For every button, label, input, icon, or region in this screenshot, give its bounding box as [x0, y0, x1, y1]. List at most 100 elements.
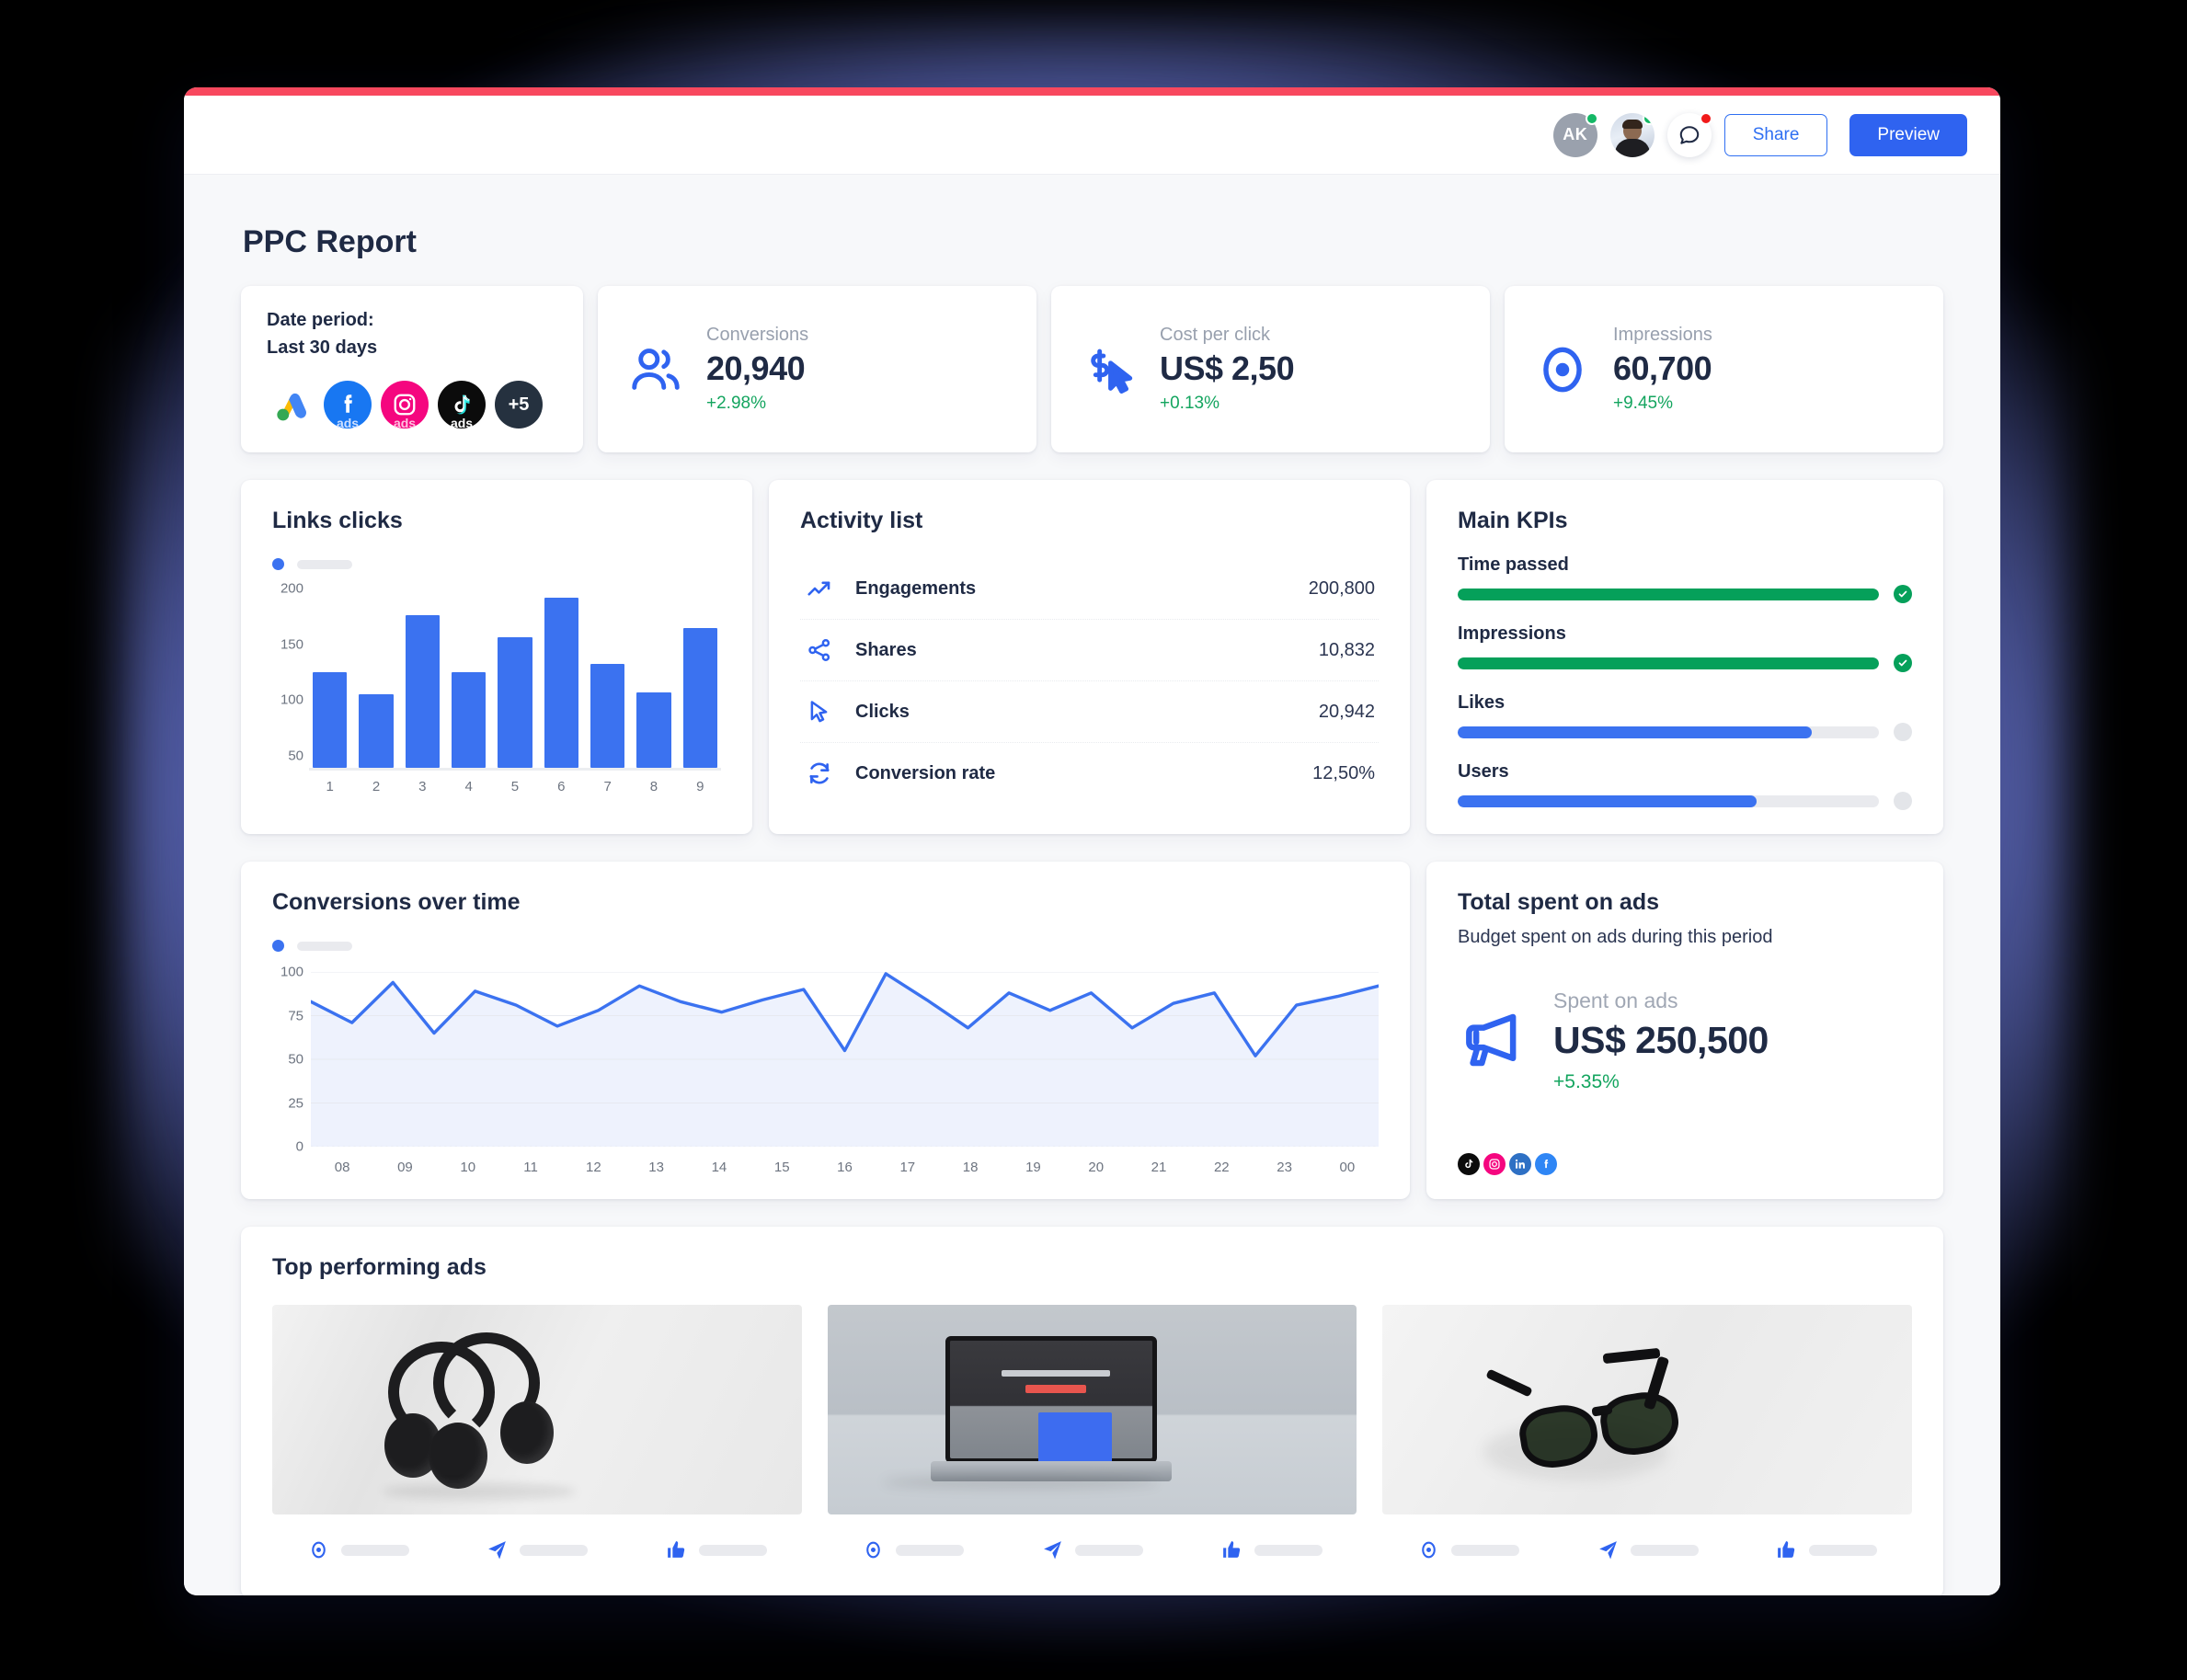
kpi-label: Conversions	[706, 325, 808, 346]
list-item[interactable]: Clicks 20,942	[800, 681, 1379, 743]
share-button[interactable]: Share	[1724, 114, 1828, 156]
screenshot-stage: AK Share Preview PPC Report	[0, 0, 2187, 1680]
links-clicks-card: Links clicks 50100150200 123456789	[241, 480, 752, 834]
chat-button[interactable]	[1667, 113, 1712, 157]
total-spent-card: Total spent on ads Budget spent on ads d…	[1426, 862, 1943, 1199]
ad-stat-views[interactable]	[272, 1538, 444, 1561]
instagram-icon[interactable]	[1483, 1153, 1506, 1175]
ad-stat-likes[interactable]	[630, 1538, 802, 1561]
avatar-body	[1615, 139, 1650, 157]
cost-per-click-icon	[1079, 339, 1139, 400]
conversions-row: Conversions over time 0255075100 0809101…	[241, 862, 1943, 1199]
line-chart: 0255075100	[272, 972, 1379, 1147]
ad-stat-placeholder	[1451, 1545, 1519, 1556]
list-item[interactable]: Conversion rate 12,50%	[800, 743, 1379, 804]
avatar-user-photo[interactable]	[1610, 113, 1655, 157]
ad-stat-placeholder	[896, 1545, 964, 1556]
avatar-hair	[1622, 120, 1643, 129]
x-tick-label: 7	[590, 779, 624, 794]
google-ads-icon[interactable]	[267, 381, 315, 429]
refresh-icon	[804, 758, 835, 789]
chat-bubble-icon	[1677, 123, 1701, 147]
progress-fill	[1458, 795, 1757, 807]
tiktok-ads-icon[interactable]: ads	[438, 381, 486, 429]
main-kpis-list: Time passedImpressionsLikesUsers	[1458, 554, 1912, 810]
avatar-ak[interactable]: AK	[1553, 113, 1597, 157]
kpi-label: Impressions	[1613, 325, 1712, 346]
bar-chart-x-axis: 123456789	[309, 779, 721, 794]
bar-6[interactable]	[544, 598, 578, 768]
platform-icons: ads ads	[267, 381, 557, 429]
bar-1[interactable]	[313, 672, 347, 768]
ad-stat-views[interactable]	[828, 1538, 1000, 1561]
spent-metric-delta: +5.35%	[1553, 1071, 1769, 1093]
list-item[interactable]: Engagements 200,800	[800, 558, 1379, 620]
bar-9[interactable]	[683, 628, 717, 768]
bar-7[interactable]	[590, 664, 624, 768]
tiktok-icon[interactable]	[1458, 1153, 1480, 1175]
x-tick-label: 8	[636, 779, 670, 794]
pending-dot-icon	[1894, 723, 1912, 741]
facebook-ads-icon[interactable]: ads	[324, 381, 372, 429]
x-tick-label: 15	[750, 1160, 813, 1175]
ad-stat-shares[interactable]	[452, 1538, 624, 1561]
top-ads-title: Top performing ads	[272, 1254, 1912, 1281]
x-tick-label: 09	[373, 1160, 436, 1175]
x-tick-label: 23	[1253, 1160, 1315, 1175]
x-tick-label: 10	[437, 1160, 499, 1175]
bar-4[interactable]	[452, 672, 486, 768]
x-tick-label: 13	[624, 1160, 687, 1175]
ad-stat-views[interactable]	[1382, 1538, 1554, 1561]
list-item[interactable]: Shares 10,832	[800, 620, 1379, 681]
chart-legend[interactable]	[272, 558, 721, 570]
instagram-ads-icon[interactable]: ads	[381, 381, 429, 429]
more-platforms-badge[interactable]: +5	[495, 381, 543, 429]
trending-up-icon	[804, 573, 835, 604]
ad-stat-shares[interactable]	[1006, 1538, 1178, 1561]
legend-dot	[272, 558, 284, 570]
preview-button[interactable]: Preview	[1849, 114, 1967, 156]
date-period-label: Date period:	[267, 310, 557, 331]
top-performing-ads-card: Top performing ads	[241, 1227, 1943, 1595]
ad-card-sunglasses[interactable]	[1382, 1305, 1912, 1561]
kpi-card-impressions[interactable]: Impressions 60,700 +9.45%	[1505, 286, 1943, 452]
ad-stats	[1382, 1538, 1912, 1561]
ad-stat-likes[interactable]	[1185, 1538, 1357, 1561]
facebook-icon[interactable]	[1535, 1153, 1557, 1175]
y-tick-label: 75	[288, 1008, 303, 1023]
bar-2[interactable]	[359, 694, 393, 768]
ad-stat-shares[interactable]	[1562, 1538, 1734, 1561]
ad-card-laptop[interactable]	[828, 1305, 1357, 1561]
kpi-card-cost-per-click[interactable]: Cost per click US$ 2,50 +0.13%	[1051, 286, 1490, 452]
ad-stat-likes[interactable]	[1740, 1538, 1912, 1561]
kpi-progress-time-passed: Time passed	[1458, 554, 1912, 603]
kpi-card-conversions[interactable]: Conversions 20,940 +2.98%	[598, 286, 1036, 452]
tiktok-glyph	[449, 392, 475, 417]
bar-5[interactable]	[498, 637, 532, 768]
kpi-progress-likes: Likes	[1458, 692, 1912, 741]
progress-fill	[1458, 657, 1879, 669]
activity-value: 200,800	[1309, 578, 1375, 600]
linkedin-icon[interactable]	[1509, 1153, 1531, 1175]
kpi-delta: +2.98%	[706, 394, 808, 414]
ad-stat-placeholder	[1809, 1545, 1877, 1556]
bar-chart: 50100150200	[272, 587, 721, 771]
kpi-value: 20,940	[706, 349, 808, 388]
ad-stats	[828, 1538, 1357, 1561]
tiktok-ads-sublabel: ads	[438, 417, 486, 429]
ad-card-headphones[interactable]	[272, 1305, 802, 1561]
bar-3[interactable]	[406, 615, 440, 768]
ad-stat-placeholder	[520, 1545, 588, 1556]
middle-row: Links clicks 50100150200 123456789 Activ…	[241, 480, 1943, 834]
chart-legend[interactable]	[272, 940, 1379, 952]
bar-8[interactable]	[636, 692, 670, 768]
date-period-card[interactable]: Date period: Last 30 days	[241, 286, 583, 452]
pending-dot-icon	[1894, 792, 1912, 810]
kpi-progress-users: Users	[1458, 761, 1912, 810]
kpi-value: US$ 2,50	[1160, 349, 1294, 388]
progress-fill	[1458, 589, 1879, 600]
activity-label: Engagements	[855, 578, 1288, 600]
y-tick-label: 25	[288, 1095, 303, 1111]
ad-image-laptop	[828, 1305, 1357, 1514]
users-icon	[625, 339, 686, 400]
